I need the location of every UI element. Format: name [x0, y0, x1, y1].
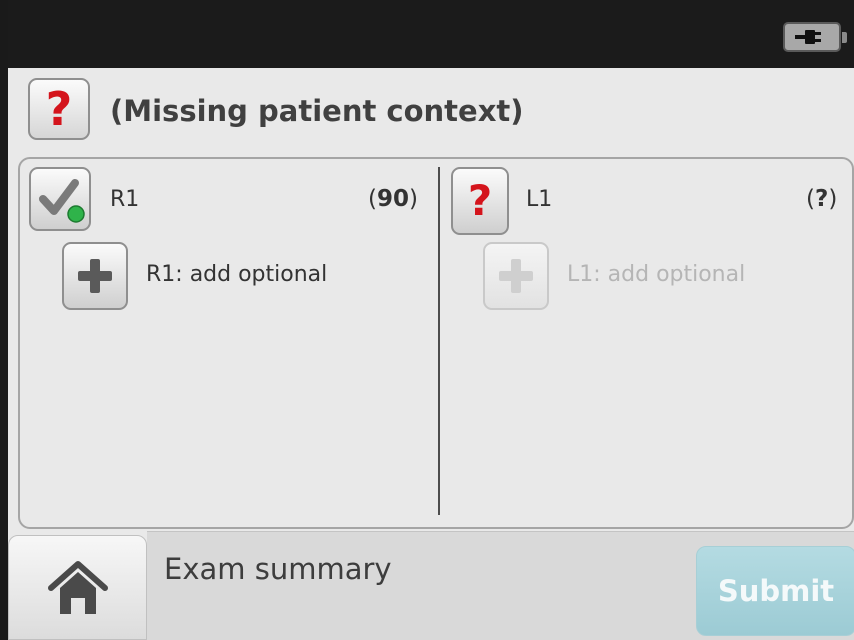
l1-name: L1 — [526, 187, 553, 212]
l1-add-optional-button[interactable] — [483, 242, 549, 310]
status-bar — [8, 0, 854, 68]
l1-status-button[interactable]: ? — [451, 167, 509, 235]
r1-name: R1 — [110, 187, 140, 212]
exam-summary-area: Exam summary Submit — [147, 531, 854, 640]
plus-icon — [78, 259, 112, 293]
l1-add-optional-label: L1: add optional — [567, 262, 746, 287]
r1-status-button[interactable] — [29, 167, 91, 231]
l1-value: (?) — [806, 186, 838, 212]
check-icon — [39, 179, 85, 223]
patient-context-row: ? (Missing patient context) — [8, 68, 854, 156]
question-icon: ? — [45, 82, 73, 136]
question-icon: ? — [467, 176, 493, 225]
submit-button[interactable]: Submit — [696, 546, 854, 636]
home-button[interactable] — [8, 535, 147, 640]
r1-add-optional-label: R1: add optional — [146, 262, 328, 287]
home-icon — [47, 560, 108, 614]
plus-icon — [499, 259, 533, 293]
measurement-panel: R1 (90) R1: add optional ? L1 (?) L1: ad… — [18, 157, 854, 529]
patient-context-title: (Missing patient context) — [110, 94, 524, 128]
battery-plug-icon — [783, 22, 847, 52]
exam-summary-label: Exam summary — [164, 552, 392, 586]
r1-add-optional-button[interactable] — [62, 242, 128, 310]
column-divider — [438, 167, 440, 515]
patient-context-button[interactable]: ? — [28, 78, 90, 140]
app-screen: ? (Missing patient context) R1 (90) R1: … — [8, 0, 854, 640]
bottom-bar: Exam summary Submit — [8, 531, 854, 640]
r1-value: (90) — [368, 186, 418, 212]
